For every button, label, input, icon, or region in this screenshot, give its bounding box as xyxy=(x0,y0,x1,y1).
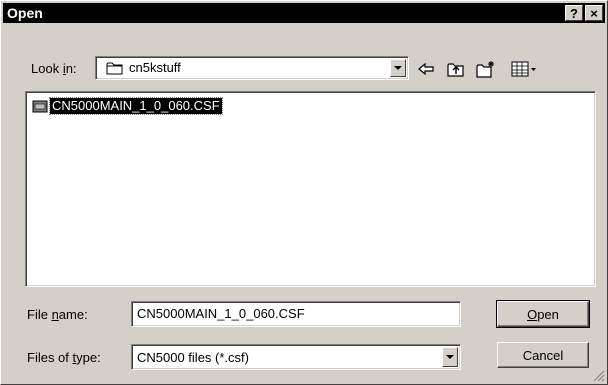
up-folder-icon[interactable] xyxy=(445,58,467,80)
file-name-input[interactable]: CN5000MAIN_1_0_060.CSF xyxy=(131,301,461,327)
back-icon[interactable] xyxy=(415,58,437,80)
file-type-select[interactable]: CN5000 files (*.csf) xyxy=(131,344,461,370)
view-menu-icon[interactable] xyxy=(509,58,539,80)
file-name-value: CN5000MAIN_1_0_060.CSF xyxy=(137,306,305,321)
file-type-value: CN5000 files (*.csf) xyxy=(137,350,249,365)
file-name: CN5000MAIN_1_0_060.CSF xyxy=(49,97,223,115)
file-list[interactable]: CN5000MAIN_1_0_060.CSF xyxy=(25,91,596,287)
file-name-label: File name: xyxy=(27,307,88,322)
chevron-down-icon xyxy=(394,66,402,70)
list-item[interactable]: CN5000MAIN_1_0_060.CSF xyxy=(32,97,223,115)
resize-grip-icon[interactable] xyxy=(593,370,605,382)
title-bar[interactable]: Open ? × xyxy=(3,3,605,23)
look-in-combobox[interactable]: cn5kstuff xyxy=(95,56,409,80)
new-folder-icon[interactable] xyxy=(475,58,497,80)
help-button[interactable]: ? xyxy=(565,5,583,21)
chevron-down-icon xyxy=(446,355,454,359)
open-dialog: Open ? × Look in: cn5kstuff CN5000MAIN_1… xyxy=(0,0,608,385)
csf-file-icon xyxy=(32,100,48,113)
open-button[interactable]: Open xyxy=(496,300,590,328)
close-button[interactable]: × xyxy=(585,5,603,21)
cancel-button[interactable]: Cancel xyxy=(497,342,589,368)
dialog-title: Open xyxy=(7,5,43,21)
file-type-label: Files of type: xyxy=(27,350,101,365)
look-in-label: Look in: xyxy=(31,61,77,76)
look-in-value: cn5kstuff xyxy=(129,60,181,75)
folder-icon xyxy=(106,62,123,75)
file-type-dropdown-button[interactable] xyxy=(442,347,458,367)
look-in-dropdown-button[interactable] xyxy=(390,59,406,77)
